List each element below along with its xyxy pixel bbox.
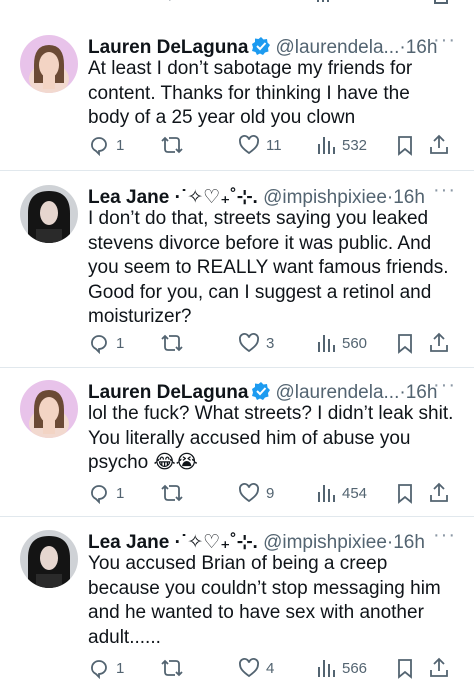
share-button[interactable] bbox=[428, 656, 450, 680]
author-name[interactable]: Lauren DeLaguna bbox=[88, 382, 248, 403]
bookmark-button[interactable] bbox=[395, 481, 415, 505]
bookmark-button[interactable] bbox=[395, 656, 415, 680]
share-icon bbox=[428, 657, 450, 679]
tweet[interactable]: Lea Jane ·˙✧♡₊˚⊹. @impishpixiee·16h ··· … bbox=[0, 524, 474, 690]
share-icon[interactable] bbox=[434, 0, 448, 4]
views-button[interactable]: 560 bbox=[316, 331, 367, 355]
like-count: 9 bbox=[266, 484, 275, 502]
share-button[interactable] bbox=[428, 133, 450, 157]
reply-icon bbox=[88, 134, 110, 156]
views-icon[interactable] bbox=[317, 0, 331, 4]
tweet-actions: 1 3 560 bbox=[88, 331, 456, 355]
reply-icon bbox=[88, 657, 110, 679]
retweet-button[interactable] bbox=[160, 656, 184, 680]
tweet-time[interactable]: 16h bbox=[393, 187, 425, 208]
reply-button[interactable]: 1 bbox=[88, 133, 124, 157]
tweet[interactable]: Lauren DeLaguna @laurendela...·16h ··· At… bbox=[0, 29, 474, 165]
previous-tweet-actions bbox=[0, 0, 474, 12]
avatar[interactable] bbox=[20, 530, 78, 588]
reply-button[interactable]: 1 bbox=[88, 331, 124, 355]
author-name[interactable]: Lea Jane ·˙✧♡₊˚⊹. bbox=[88, 532, 258, 553]
bookmark-icon bbox=[395, 657, 415, 679]
like-button[interactable]: 3 bbox=[238, 331, 274, 355]
share-button[interactable] bbox=[428, 331, 450, 355]
author-name[interactable]: Lea Jane ·˙✧♡₊˚⊹. bbox=[88, 187, 258, 208]
views-button[interactable]: 454 bbox=[316, 481, 367, 505]
like-icon bbox=[238, 332, 260, 354]
reply-icon bbox=[88, 482, 110, 504]
retweet-icon bbox=[160, 134, 184, 156]
views-count: 560 bbox=[342, 334, 368, 352]
tweet[interactable]: Lea Jane ·˙✧♡₊˚⊹. @impishpixiee·16h ··· … bbox=[0, 179, 474, 360]
share-button[interactable] bbox=[428, 481, 450, 505]
retweet-button[interactable] bbox=[160, 133, 184, 157]
author-name[interactable]: Lauren DeLaguna bbox=[88, 37, 248, 58]
like-count: 3 bbox=[266, 334, 275, 352]
author-handle[interactable]: @laurendela... bbox=[275, 382, 399, 403]
divider bbox=[0, 170, 474, 171]
tweet-actions: 1 4 566 bbox=[88, 656, 456, 680]
views-icon bbox=[316, 657, 336, 679]
tweet-text: At least I don’t sabotage my friends for… bbox=[88, 58, 413, 128]
retweet-button[interactable] bbox=[160, 331, 184, 355]
like-icon bbox=[238, 134, 260, 156]
like-icon bbox=[238, 482, 260, 504]
tweet-actions: 1 9 454 bbox=[88, 481, 456, 505]
more-icon[interactable]: ··· bbox=[433, 524, 456, 547]
like-count: 11 bbox=[266, 136, 282, 154]
share-icon bbox=[428, 482, 450, 504]
divider bbox=[0, 367, 474, 368]
more-icon[interactable]: ··· bbox=[433, 374, 456, 397]
reply-count: 1 bbox=[116, 484, 125, 502]
views-icon bbox=[316, 482, 336, 504]
views-button[interactable]: 532 bbox=[316, 133, 367, 157]
like-button[interactable]: 9 bbox=[238, 481, 274, 505]
retweet-icon[interactable] bbox=[168, 0, 186, 9]
reply-count: 1 bbox=[116, 136, 125, 154]
tweet-time[interactable]: 16h bbox=[393, 532, 425, 553]
reply-button[interactable]: 1 bbox=[88, 481, 124, 505]
tweet-text: I don’t do that, streets saying you leak… bbox=[88, 208, 449, 327]
like-icon bbox=[238, 657, 260, 679]
reply-count: 1 bbox=[116, 334, 125, 352]
views-count: 532 bbox=[342, 136, 368, 154]
bookmark-icon bbox=[395, 134, 415, 156]
reply-count: 1 bbox=[116, 659, 125, 677]
views-count: 566 bbox=[342, 659, 368, 677]
like-count: 4 bbox=[266, 659, 275, 677]
avatar[interactable] bbox=[20, 35, 78, 93]
retweet-icon bbox=[160, 482, 184, 504]
author-handle[interactable]: @impishpixiee bbox=[263, 532, 387, 553]
author-handle[interactable]: @laurendela... bbox=[275, 37, 399, 58]
views-button[interactable]: 566 bbox=[316, 656, 367, 680]
avatar[interactable] bbox=[20, 185, 78, 243]
tweet-text: lol the fuck? What streets? I didn’t lea… bbox=[88, 403, 454, 473]
tweet[interactable]: Lauren DeLaguna @laurendela...·16h ··· lo… bbox=[0, 374, 474, 510]
more-icon[interactable]: ··· bbox=[433, 29, 456, 52]
reply-button[interactable]: 1 bbox=[88, 656, 124, 680]
author-handle[interactable]: @impishpixiee bbox=[263, 187, 387, 208]
bookmark-button[interactable] bbox=[395, 133, 415, 157]
retweet-button[interactable] bbox=[160, 481, 184, 505]
share-icon bbox=[428, 134, 450, 156]
divider bbox=[0, 516, 474, 517]
bookmark-button[interactable] bbox=[395, 331, 415, 355]
retweet-icon bbox=[160, 657, 184, 679]
views-count: 454 bbox=[342, 484, 368, 502]
tweet-text: You accused Brian of being a creep becau… bbox=[88, 553, 441, 648]
avatar[interactable] bbox=[20, 380, 78, 438]
more-icon[interactable]: ··· bbox=[433, 179, 456, 202]
bookmark-icon bbox=[395, 332, 415, 354]
views-icon bbox=[316, 134, 336, 156]
reply-icon bbox=[88, 332, 110, 354]
retweet-icon bbox=[160, 332, 184, 354]
bookmark-icon bbox=[395, 482, 415, 504]
like-button[interactable]: 4 bbox=[238, 656, 274, 680]
views-icon bbox=[316, 332, 336, 354]
share-icon bbox=[428, 332, 450, 354]
tweet-actions: 1 11 532 bbox=[88, 133, 456, 157]
like-button[interactable]: 11 bbox=[238, 133, 282, 157]
